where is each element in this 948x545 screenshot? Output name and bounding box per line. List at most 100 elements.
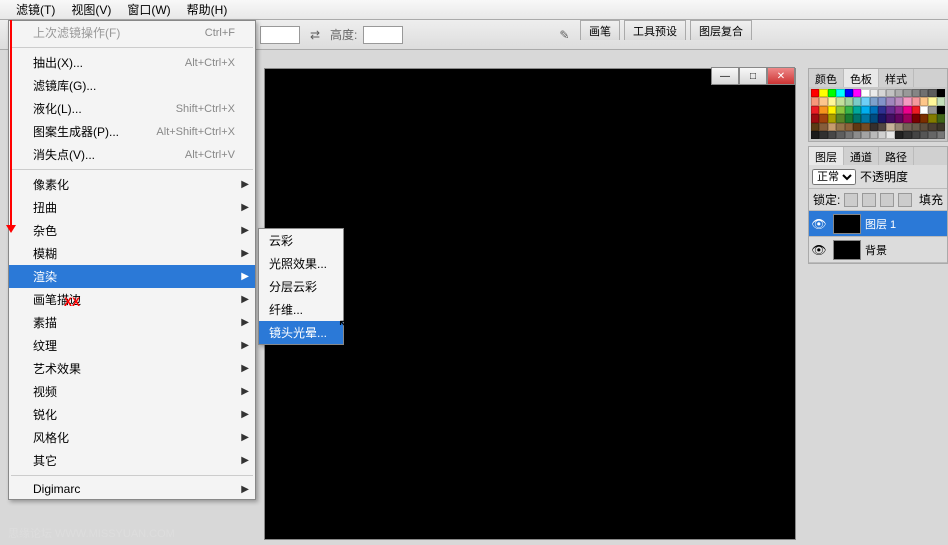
swatch[interactable]: [836, 131, 844, 139]
swatch[interactable]: [886, 106, 894, 114]
tab-swatches[interactable]: 色板: [844, 69, 879, 87]
swatch[interactable]: [912, 131, 920, 139]
tab-channels[interactable]: 通道: [844, 147, 879, 165]
swatch[interactable]: [903, 114, 911, 122]
swatch[interactable]: [811, 106, 819, 114]
menu-liquify[interactable]: 液化(L)...Shift+Ctrl+X: [9, 97, 255, 120]
layer-row-1[interactable]: 👁 图层 1: [809, 211, 947, 237]
swatch[interactable]: [886, 97, 894, 105]
swatch[interactable]: [903, 106, 911, 114]
swatch[interactable]: [870, 131, 878, 139]
swatch[interactable]: [920, 114, 928, 122]
tab-color[interactable]: 颜色: [809, 69, 844, 87]
width-input[interactable]: [260, 26, 300, 44]
menu-help[interactable]: 帮助(H): [179, 0, 236, 20]
swatch[interactable]: [870, 114, 878, 122]
swatch[interactable]: [845, 123, 853, 131]
menu-sharpen[interactable]: 锐化▶: [9, 403, 255, 426]
swatch[interactable]: [853, 97, 861, 105]
swatch[interactable]: [928, 123, 936, 131]
swatch[interactable]: [928, 97, 936, 105]
swatch[interactable]: [819, 97, 827, 105]
swatch[interactable]: [895, 123, 903, 131]
submenu-fibers[interactable]: 纤维...: [259, 298, 343, 321]
swatch[interactable]: [861, 97, 869, 105]
swatch[interactable]: [920, 123, 928, 131]
swatch[interactable]: [903, 89, 911, 97]
swatch[interactable]: [886, 123, 894, 131]
swatch[interactable]: [861, 114, 869, 122]
blend-mode-select[interactable]: 正常: [812, 169, 856, 185]
swatch[interactable]: [928, 89, 936, 97]
swatch[interactable]: [878, 97, 886, 105]
menu-pattern-maker[interactable]: 图案生成器(P)...Alt+Shift+Ctrl+X: [9, 120, 255, 143]
swatch[interactable]: [903, 123, 911, 131]
swatch[interactable]: [928, 131, 936, 139]
tab-styles[interactable]: 样式: [879, 69, 914, 87]
menu-brush-strokes[interactable]: 画笔描边▶: [9, 288, 255, 311]
swatch[interactable]: [861, 123, 869, 131]
swatch[interactable]: [937, 106, 945, 114]
submenu-lighting[interactable]: 光照效果...: [259, 252, 343, 275]
swatch[interactable]: [819, 106, 827, 114]
swatch[interactable]: [895, 89, 903, 97]
swatch[interactable]: [861, 89, 869, 97]
swatch[interactable]: [845, 131, 853, 139]
minimize-button[interactable]: —: [711, 67, 739, 85]
swatch[interactable]: [878, 131, 886, 139]
swatch[interactable]: [886, 131, 894, 139]
swatch[interactable]: [895, 97, 903, 105]
tab-layer-comp[interactable]: 图层复合: [690, 20, 752, 40]
swatch[interactable]: [836, 89, 844, 97]
swatch[interactable]: [878, 89, 886, 97]
swatch[interactable]: [903, 131, 911, 139]
menu-extract[interactable]: 抽出(X)...Alt+Ctrl+X: [9, 51, 255, 74]
swatch[interactable]: [853, 123, 861, 131]
swatch[interactable]: [870, 89, 878, 97]
brush-icon[interactable]: ✎: [555, 26, 573, 44]
swatch[interactable]: [845, 106, 853, 114]
submenu-lens-flare[interactable]: 镜头光晕...: [259, 321, 343, 344]
swatch[interactable]: [937, 114, 945, 122]
swatch[interactable]: [853, 114, 861, 122]
menu-texture[interactable]: 纹理▶: [9, 334, 255, 357]
swatch[interactable]: [937, 123, 945, 131]
layer-thumbnail[interactable]: [833, 240, 861, 260]
menu-noise[interactable]: 杂色▶: [9, 219, 255, 242]
swatch[interactable]: [828, 114, 836, 122]
swatch[interactable]: [853, 131, 861, 139]
tab-layers[interactable]: 图层: [809, 147, 844, 165]
close-button[interactable]: ✕: [767, 67, 795, 85]
layer-thumbnail[interactable]: [833, 214, 861, 234]
submenu-clouds[interactable]: 云彩: [259, 229, 343, 252]
menu-distort[interactable]: 扭曲▶: [9, 196, 255, 219]
swatch[interactable]: [870, 106, 878, 114]
height-input[interactable]: [363, 26, 403, 44]
swatch[interactable]: [912, 123, 920, 131]
swatch[interactable]: [895, 106, 903, 114]
swatch[interactable]: [928, 114, 936, 122]
tab-tool-preset[interactable]: 工具预设: [624, 20, 686, 40]
swatch[interactable]: [819, 89, 827, 97]
swatch[interactable]: [912, 97, 920, 105]
menu-render[interactable]: 渲染▶: [9, 265, 255, 288]
menu-filter[interactable]: 滤镜(T): [8, 0, 63, 20]
swatch[interactable]: [920, 106, 928, 114]
swatch[interactable]: [895, 114, 903, 122]
swatch[interactable]: [912, 106, 920, 114]
swatch[interactable]: [845, 114, 853, 122]
lock-position-icon[interactable]: [880, 193, 894, 207]
swatch[interactable]: [937, 97, 945, 105]
swatch[interactable]: [920, 97, 928, 105]
visibility-icon[interactable]: 👁: [809, 217, 829, 231]
swatch[interactable]: [836, 114, 844, 122]
swatch[interactable]: [819, 123, 827, 131]
swatch[interactable]: [912, 89, 920, 97]
swatch[interactable]: [819, 131, 827, 139]
swatch[interactable]: [870, 123, 878, 131]
swatch[interactable]: [912, 114, 920, 122]
swatch[interactable]: [895, 131, 903, 139]
swatch[interactable]: [937, 89, 945, 97]
swatch[interactable]: [828, 97, 836, 105]
swatch[interactable]: [836, 106, 844, 114]
